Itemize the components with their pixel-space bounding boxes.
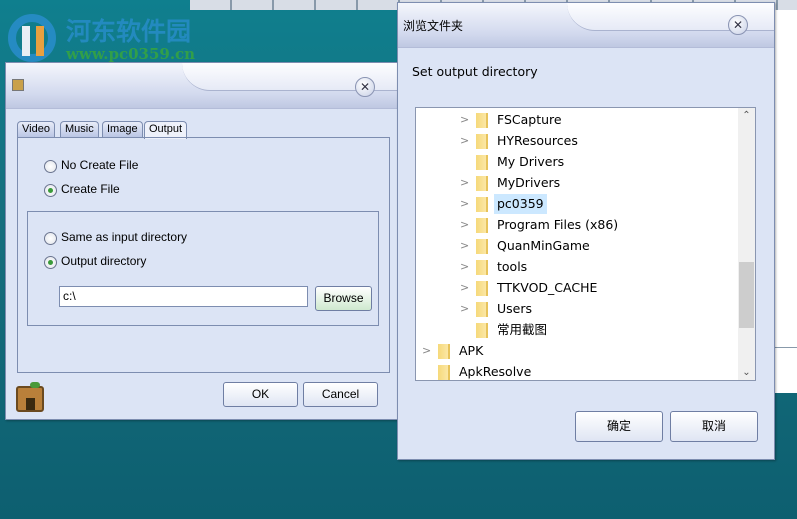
ok-button[interactable]: OK — [223, 382, 298, 407]
folder-icon — [476, 176, 488, 191]
output-path-input[interactable]: c:\ — [59, 286, 308, 307]
chevron-right-icon[interactable]: > — [460, 173, 472, 193]
folder-icon — [476, 155, 488, 170]
folder-icon — [438, 344, 450, 359]
dialog-title: 浏览文件夹 — [403, 19, 464, 33]
browse-button[interactable]: Browse — [315, 286, 372, 311]
no-create-file-label: No Create File — [61, 158, 139, 172]
cancel-button[interactable]: 取消 — [670, 411, 758, 442]
tab-video[interactable]: Video — [17, 121, 55, 138]
folder-icon — [476, 323, 488, 338]
folder-icon — [476, 239, 488, 254]
chevron-right-icon[interactable]: > — [460, 110, 472, 130]
tree-item-label: tools — [497, 259, 528, 274]
tab-image[interactable]: Image — [102, 121, 143, 138]
folder-icon — [476, 197, 488, 212]
folder-icon — [476, 218, 488, 233]
tree-item-label: HYResources — [497, 133, 578, 148]
browse-folder-dialog: 浏览文件夹 ✕ Set output directory ⌃ ⌄ > FSCapt… — [397, 2, 775, 460]
tree-item-label: APK — [459, 343, 484, 358]
tree-item-label: 常用截图 — [497, 322, 548, 337]
watermark-logo — [8, 14, 56, 62]
tree-item-label: TTKVOD_CACHE — [497, 280, 598, 295]
tree-item-label: FSCapture — [497, 112, 562, 127]
tree-item-label: Users — [497, 301, 533, 316]
chevron-right-icon[interactable]: > — [460, 278, 472, 298]
watermark-url: www.pc0359.cn — [66, 45, 196, 63]
chevron-right-icon[interactable]: > — [460, 194, 472, 214]
confirm-button[interactable]: 确定 — [575, 411, 663, 442]
output-directory-radio[interactable] — [44, 256, 57, 269]
folder-icon — [476, 134, 488, 149]
chevron-right-icon[interactable]: > — [460, 215, 472, 235]
title-bar[interactable]: ✕ — [6, 63, 397, 109]
close-button[interactable]: ✕ — [355, 77, 375, 97]
chevron-right-icon[interactable]: > — [422, 341, 434, 361]
tree-item-label: My Drivers — [497, 154, 565, 169]
scrollbar-thumb[interactable] — [739, 262, 754, 328]
tree-item-label: pc0359 — [494, 194, 547, 214]
cancel-button[interactable]: Cancel — [303, 382, 378, 407]
tree-item-label: ApkResolve — [459, 364, 532, 379]
app-icon — [12, 79, 24, 91]
close-button[interactable]: ✕ — [728, 15, 748, 35]
scroll-up-icon[interactable]: ⌃ — [738, 110, 755, 121]
tree-item-label: MyDrivers — [497, 175, 561, 190]
folder-icon — [476, 260, 488, 275]
watermark-name: 河东软件园 — [66, 17, 192, 46]
tree-item-label: Program Files (x86) — [497, 217, 619, 232]
prompt-text: Set output directory — [412, 64, 538, 79]
folder-icon — [476, 302, 488, 317]
scrollbar[interactable]: ⌃ ⌄ — [738, 108, 755, 380]
chevron-right-icon[interactable]: > — [460, 257, 472, 277]
chevron-right-icon[interactable]: > — [460, 131, 472, 151]
same-as-input-label: Same as input directory — [61, 230, 188, 244]
chevron-right-icon[interactable]: > — [460, 236, 472, 256]
folder-tree[interactable]: ⌃ ⌄ > FSCapture > HYResources My Drivers > MyD… — [415, 107, 756, 381]
folder-icon — [476, 281, 488, 296]
folder-icon — [476, 113, 488, 128]
same-as-input-radio[interactable] — [44, 232, 57, 245]
create-file-radio[interactable] — [44, 184, 57, 197]
scroll-down-icon[interactable]: ⌄ — [738, 367, 755, 378]
tree-item-label: QuanMinGame — [497, 238, 590, 253]
app-logo-icon — [16, 382, 44, 412]
title-bar[interactable]: 浏览文件夹 ✕ — [398, 3, 774, 48]
tab-music[interactable]: Music — [60, 121, 99, 138]
chevron-right-icon[interactable]: > — [460, 299, 472, 319]
no-create-file-radio[interactable] — [44, 160, 57, 173]
output-directory-label: Output directory — [61, 254, 147, 268]
folder-icon — [438, 365, 450, 380]
create-file-label: Create File — [61, 182, 120, 196]
